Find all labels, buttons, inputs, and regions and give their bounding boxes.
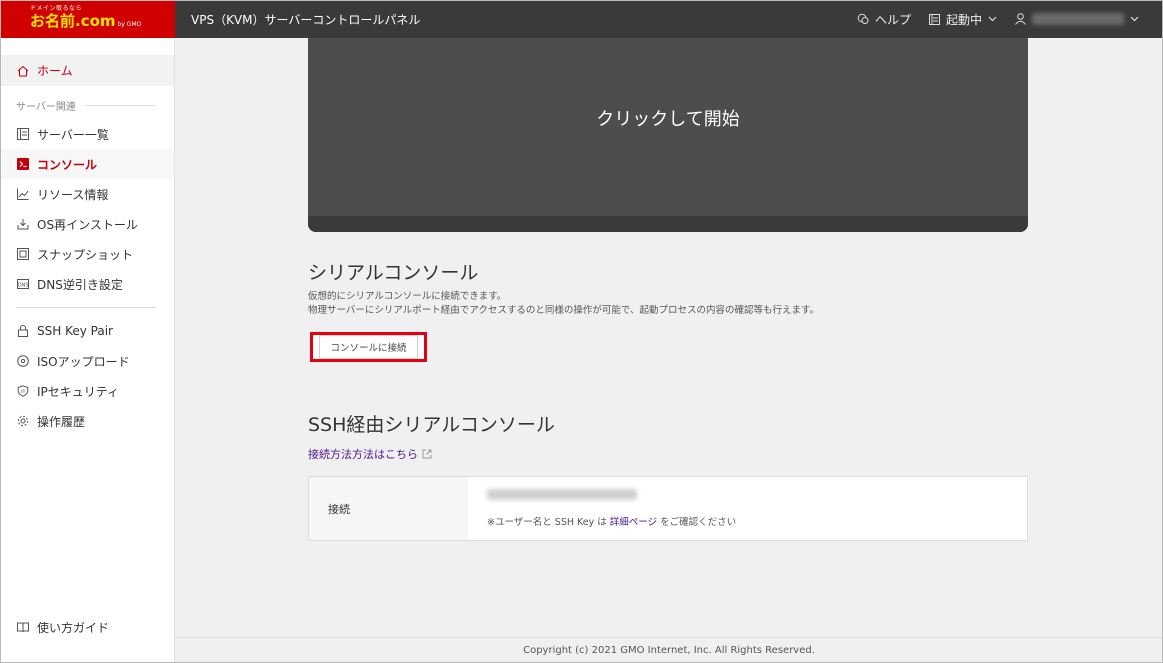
sidebar-item-label: ISOアップロード bbox=[37, 354, 130, 369]
sidebar-divider bbox=[16, 307, 156, 308]
sidebar-item-iso-upload[interactable]: ISOアップロード bbox=[1, 346, 174, 376]
chart-icon bbox=[16, 188, 29, 201]
logo-text: お名前.com by GMO bbox=[30, 12, 142, 30]
serial-console-description-2: 物理サーバーにシリアルポート経由でアクセスするのと同様の操作が可能で、起動プロセ… bbox=[308, 305, 820, 316]
sidebar-item-home[interactable]: ホーム bbox=[1, 55, 174, 86]
copyright-text: Copyright (c) 2021 GMO Internet, Inc. Al… bbox=[523, 645, 815, 656]
sidebar-item-label: ホーム bbox=[37, 64, 73, 78]
sidebar-item-label: コンソール bbox=[37, 157, 98, 172]
snapshot-icon bbox=[16, 248, 29, 261]
connection-help-link[interactable]: 接続方法方法はこちら bbox=[308, 446, 432, 462]
sidebar-item-console[interactable]: コンソール bbox=[1, 149, 174, 179]
sidebar-item-guide[interactable]: 使い方ガイド bbox=[1, 612, 174, 642]
download-icon bbox=[16, 218, 29, 231]
svg-text:IP: IP bbox=[21, 389, 25, 394]
svg-text:DNS: DNS bbox=[17, 283, 28, 289]
lock-icon bbox=[16, 325, 29, 338]
sidebar-item-label: リソース情報 bbox=[37, 187, 109, 202]
serial-console-description-1: 仮想的にシリアルコンソールに接続できます。 bbox=[308, 291, 507, 302]
sidebar-item-label: IPセキュリティ bbox=[37, 384, 120, 399]
dns-icon: DNS bbox=[16, 278, 29, 291]
console-status-strip bbox=[308, 216, 1028, 232]
ssh-serial-console-title: SSH経由シリアルコンソール bbox=[308, 414, 555, 436]
user-menu[interactable] bbox=[1015, 13, 1139, 25]
onamae-logo[interactable]: ドメイン取るなら お名前.com by GMO bbox=[0, 0, 175, 38]
click-to-start-label: クリックして開始 bbox=[596, 109, 740, 130]
server-icon bbox=[928, 13, 940, 25]
sidebar-item-label: 使い方ガイド bbox=[37, 620, 110, 635]
table-cell-connection: ※ユーザー名と SSH Key は 詳細ページ をご確認ください bbox=[468, 477, 1027, 540]
table-header-connection: 接続 bbox=[309, 477, 468, 540]
ssh-connection-table: 接続 ※ユーザー名と SSH Key は 詳細ページ をご確認ください bbox=[308, 476, 1028, 541]
sidebar-item-ssh-key[interactable]: SSH Key Pair bbox=[1, 316, 174, 346]
book-icon bbox=[16, 621, 29, 634]
chevron-down-icon bbox=[1130, 16, 1139, 22]
user-name-redacted bbox=[1032, 13, 1124, 25]
sidebar-item-label: サーバー一覧 bbox=[37, 127, 109, 142]
sidebar-item-history[interactable]: 操作履歴 bbox=[1, 406, 174, 436]
server-status-dropdown[interactable]: 起動中 bbox=[928, 11, 997, 28]
sidebar: ホーム サーバー関連 サーバー一覧 コンソール リソース情報 OS再インストール… bbox=[0, 38, 175, 663]
sidebar-item-dns[interactable]: DNS DNS逆引き設定 bbox=[1, 269, 174, 299]
detail-page-link[interactable]: 詳細ページ bbox=[610, 517, 657, 528]
disc-icon bbox=[16, 355, 29, 368]
ssh-note: ※ユーザー名と SSH Key は 詳細ページ をご確認ください bbox=[487, 517, 737, 528]
connect-console-button[interactable]: コンソールに接続 bbox=[310, 332, 427, 362]
ssh-command-redacted bbox=[487, 489, 637, 500]
sidebar-item-label: OS再インストール bbox=[37, 217, 138, 232]
sidebar-item-os-reinstall[interactable]: OS再インストール bbox=[1, 209, 174, 239]
sidebar-item-ip-security[interactable]: IP IPセキュリティ bbox=[1, 376, 174, 406]
external-link-icon bbox=[422, 449, 432, 459]
sidebar-item-label: 操作履歴 bbox=[37, 414, 86, 429]
shield-icon: IP bbox=[16, 385, 29, 398]
sidebar-item-server-list[interactable]: サーバー一覧 bbox=[1, 119, 174, 149]
app-title: VPS（KVM）サーバーコントロールパネル bbox=[191, 12, 421, 27]
sidebar-section-server: サーバー関連 bbox=[1, 86, 174, 119]
gear-icon bbox=[16, 415, 29, 428]
status-label: 起動中 bbox=[945, 12, 982, 27]
sidebar-item-label: DNS逆引き設定 bbox=[37, 277, 123, 292]
sidebar-item-resources[interactable]: リソース情報 bbox=[1, 179, 174, 209]
sidebar-item-snapshot[interactable]: スナップショット bbox=[1, 239, 174, 269]
main-content: クリックして開始 シリアルコンソール 仮想的にシリアルコンソールに接続できます。… bbox=[175, 38, 1163, 663]
top-header: ドメイン取るなら お名前.com by GMO VPS（KVM）サーバーコントロー… bbox=[0, 0, 1163, 38]
sidebar-item-label: スナップショット bbox=[37, 247, 134, 262]
sidebar-item-label: SSH Key Pair bbox=[37, 324, 113, 338]
user-icon bbox=[1015, 13, 1026, 25]
footer: Copyright (c) 2021 GMO Internet, Inc. Al… bbox=[175, 637, 1163, 663]
terminal-icon bbox=[16, 158, 29, 171]
chevron-down-icon bbox=[988, 16, 997, 22]
chat-icon bbox=[857, 13, 869, 24]
list-icon bbox=[16, 128, 29, 141]
vnc-console-screen[interactable]: クリックして開始 bbox=[308, 38, 1028, 232]
help-menu[interactable]: ヘルプ bbox=[857, 11, 911, 28]
connect-console-label: コンソールに接続 bbox=[319, 335, 418, 359]
home-icon bbox=[16, 64, 29, 77]
serial-console-title: シリアルコンソール bbox=[308, 262, 479, 284]
help-label: ヘルプ bbox=[874, 12, 911, 27]
